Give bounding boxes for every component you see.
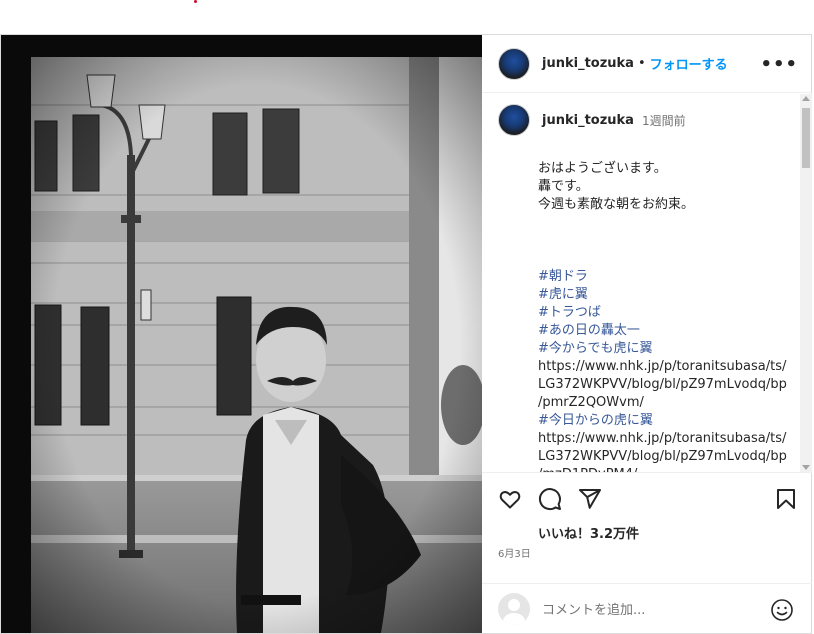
post-sidebar: junki_tozuka • フォローする ••• junki_tozuka 1… xyxy=(482,35,812,633)
caption-line xyxy=(538,214,798,232)
header-separator: • xyxy=(637,56,646,71)
post-modal: junki_tozuka • フォローする ••• junki_tozuka 1… xyxy=(0,34,812,634)
hashtag-link[interactable]: #今日からの虎に翼 xyxy=(538,412,798,430)
action-icons xyxy=(498,487,798,513)
bookmark-icon[interactable] xyxy=(774,487,798,511)
caption-author-username[interactable]: junki_tozuka xyxy=(542,113,634,128)
follow-button[interactable]: フォローする xyxy=(650,54,728,73)
hashtag-link[interactable]: #虎に翼 xyxy=(538,286,798,304)
caption-time[interactable]: 1週間前 xyxy=(642,112,686,129)
comment-icon[interactable] xyxy=(538,487,562,511)
caption-url-line: https://www.nhk.jp/p/toranitsubasa/ts/ xyxy=(538,359,787,374)
post-actions: いいね！3.2万件 6月3日 コメントを追加... xyxy=(482,472,812,632)
comment-input[interactable]: コメントを追加... xyxy=(542,599,645,618)
caption-url-line: LG372WKPVV/blog/bl/pZ97mLvodq/bp xyxy=(538,449,787,464)
hashtag-link[interactable]: #朝ドラ xyxy=(538,268,798,286)
scroll-down-arrow-icon[interactable] xyxy=(802,465,810,470)
like-count[interactable]: いいね！3.2万件 xyxy=(538,523,639,542)
more-options-icon[interactable]: ••• xyxy=(760,54,798,75)
post-header: junki_tozuka • フォローする ••• xyxy=(482,35,812,93)
caption-line: 今週も素敵な朝をお約束。 xyxy=(538,197,695,212)
caption-author-avatar[interactable] xyxy=(498,104,530,136)
author-username[interactable]: junki_tozuka xyxy=(542,56,634,71)
top-marker-dot xyxy=(194,0,197,3)
scroll-up-arrow-icon[interactable] xyxy=(802,96,810,101)
current-user-avatar xyxy=(498,592,530,625)
post-caption: おはようございます。 轟です。 今週も素敵な朝をお約束。 #朝ドラ #虎に翼 #トラつば #… xyxy=(538,160,798,472)
post-date[interactable]: 6月3日 xyxy=(498,545,531,560)
caption-line: 轟です。 xyxy=(538,179,589,194)
author-avatar[interactable] xyxy=(498,47,530,80)
comment-box: コメントを追加... xyxy=(482,583,812,633)
caption-line xyxy=(538,250,798,268)
hashtag-link[interactable]: #あの日の轟太一 xyxy=(538,322,798,340)
hashtag-link[interactable]: #トラつば xyxy=(538,304,798,322)
comments-scrollbar[interactable] xyxy=(800,94,812,472)
photo-illustration xyxy=(31,57,482,633)
hashtag-link[interactable]: #今からでも虎に翼 xyxy=(538,340,798,358)
heart-icon[interactable] xyxy=(498,487,522,511)
caption-url-line: LG372WKPVV/blog/bl/pZ97mLvodq/bp xyxy=(538,377,787,392)
comments-area[interactable]: junki_tozuka 1週間前 おはようございます。 轟です。今週も素敵な朝を… xyxy=(482,94,812,472)
share-icon[interactable] xyxy=(578,487,602,511)
post-photo[interactable] xyxy=(1,35,482,633)
caption-url-line: https://www.nhk.jp/p/toranitsubasa/ts/ xyxy=(538,431,787,446)
caption-url-line: /pmrZ2QOWvm/ xyxy=(538,395,644,410)
emoji-icon[interactable] xyxy=(770,598,794,622)
caption-header: junki_tozuka 1週間前 xyxy=(482,94,812,136)
caption-line: おはようございます。 xyxy=(538,161,667,176)
caption-line xyxy=(538,232,798,250)
scrollbar-thumb[interactable] xyxy=(802,108,810,168)
